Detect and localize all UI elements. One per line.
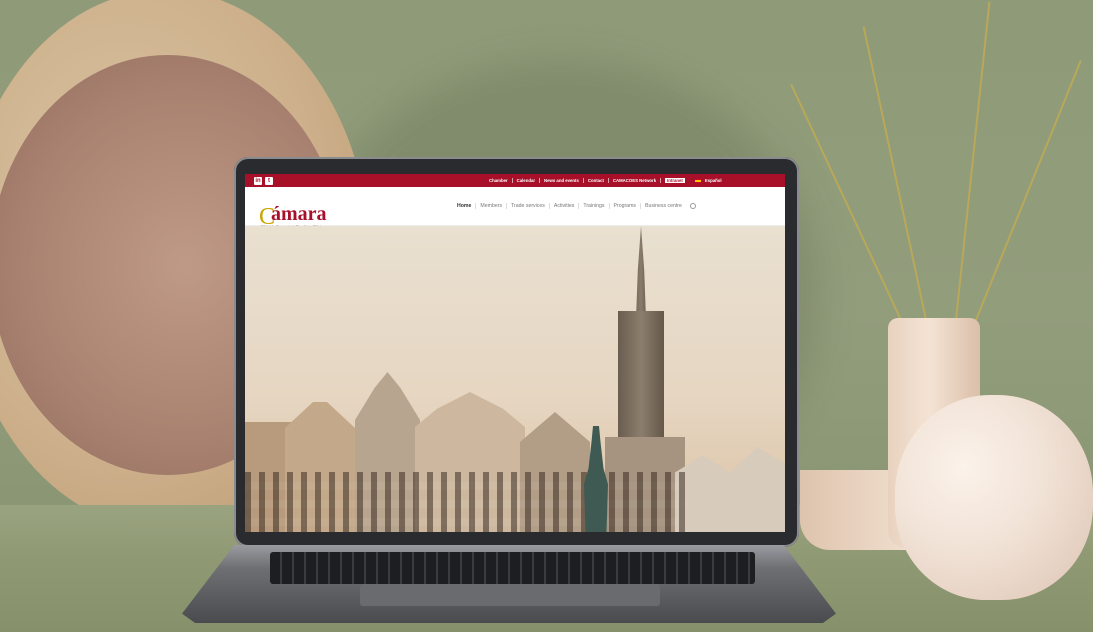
menu-item-members[interactable]: Members [480, 203, 502, 209]
laptop-keyboard [270, 552, 755, 584]
building [675, 447, 785, 532]
divider [608, 203, 610, 209]
linkedin-icon[interactable]: in [254, 176, 262, 185]
divider [578, 203, 580, 209]
divider [582, 178, 584, 183]
logo-wordmark[interactable]: ámara [271, 204, 327, 224]
divider [506, 203, 508, 209]
toplink-contact[interactable]: Contact [588, 178, 604, 183]
menu-item-trade-services[interactable]: Trade services [511, 203, 545, 209]
divider [660, 178, 662, 183]
laptop-screen: in t Chamber Calendar News and events Co… [245, 174, 785, 532]
top-links: Chamber Calendar News and events Contact… [489, 174, 722, 187]
divider [640, 203, 641, 209]
toplink-news[interactable]: News and events [544, 178, 579, 183]
menu-item-business-centre[interactable]: Business centre [645, 203, 682, 209]
top-bar: in t Chamber Calendar News and events Co… [245, 174, 785, 187]
divider [607, 178, 609, 183]
twitter-icon[interactable]: t [265, 176, 273, 185]
round-vase [895, 395, 1093, 600]
facade-windows [245, 472, 685, 532]
city-hall-tower [618, 311, 664, 446]
divider [539, 178, 541, 183]
social-links: in t [254, 176, 273, 185]
hero-image [245, 226, 785, 532]
menu-item-activities[interactable]: Activities [554, 203, 574, 209]
flag-spain-icon [694, 178, 701, 183]
menu-item-trainings[interactable]: Trainings [583, 203, 604, 209]
search-icon[interactable] [689, 203, 696, 209]
toplink-network[interactable]: CAMACOES Network [613, 178, 656, 183]
toplink-chamber[interactable]: Chamber [489, 178, 508, 183]
toplink-calendar[interactable]: Calendar [517, 178, 535, 183]
menu-item-programs[interactable]: Programs [614, 203, 637, 209]
divider [511, 178, 513, 183]
main-menu: Home Members Trade services Activities T… [457, 203, 696, 209]
divider [548, 203, 550, 209]
divider [475, 203, 477, 209]
laptop-trackpad [360, 584, 660, 606]
menu-item-home[interactable]: Home [457, 203, 471, 209]
language-switch[interactable]: Español [705, 178, 722, 183]
photo-scene: in t Chamber Calendar News and events Co… [0, 0, 1093, 632]
intranet-button[interactable]: Intranet [665, 178, 685, 183]
